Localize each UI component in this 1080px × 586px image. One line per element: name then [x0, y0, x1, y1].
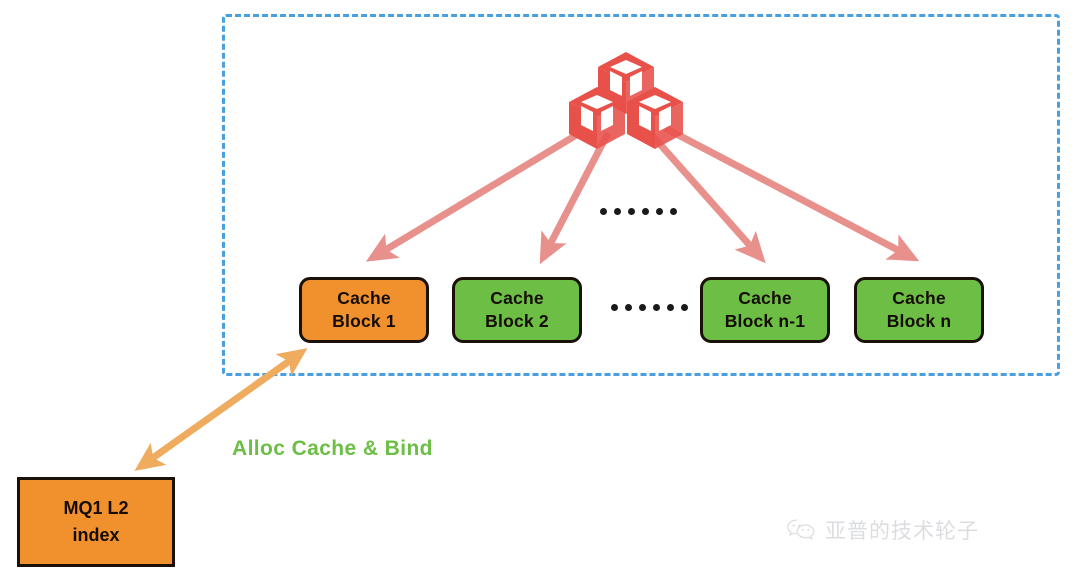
ellipsis-dot	[639, 304, 646, 311]
ellipsis-dot	[670, 208, 677, 215]
ellipsis-dot	[600, 208, 607, 215]
cache-block-2-line1: Cache	[490, 287, 544, 308]
mq1-l2-index-line1: MQ1 L2	[63, 498, 129, 518]
cache-block-n-line2: Block n	[886, 311, 952, 331]
cache-block-2-line2: Block 2	[485, 311, 549, 331]
cache-block-n-1-line1: Cache	[738, 287, 792, 308]
cache-block-2[interactable]: Cache Block 2	[452, 277, 582, 343]
mq1-l2-index-line2: index	[72, 525, 120, 545]
ellipsis-dot	[642, 208, 649, 215]
watermark: 亚普的技术轮子	[786, 515, 979, 545]
ellipsis-dot	[628, 208, 635, 215]
ellipsis-top	[600, 208, 677, 215]
cache-block-1[interactable]: Cache Block 1	[299, 277, 429, 343]
wechat-icon	[787, 519, 815, 541]
mq1-l2-index-box[interactable]: MQ1 L2 index	[17, 477, 175, 567]
cache-block-n-1[interactable]: Cache Block n-1	[700, 277, 830, 343]
cache-block-1-line1: Cache	[337, 287, 391, 308]
cache-block-n-1-line2: Block n-1	[724, 311, 806, 331]
diagram-canvas: Cache Block 1 Cache Block 2 Cache Block …	[0, 0, 1080, 586]
cache-block-n-line1: Cache	[892, 287, 946, 308]
ellipsis-dot	[614, 208, 621, 215]
ellipsis-dot	[667, 304, 674, 311]
ellipsis-dot	[656, 208, 663, 215]
cache-block-n[interactable]: Cache Block n	[854, 277, 984, 343]
ellipsis-dot	[611, 304, 618, 311]
ellipsis-dot	[681, 304, 688, 311]
cache-block-1-line2: Block 1	[332, 311, 396, 331]
alloc-cache-bind-label: Alloc Cache & Bind	[232, 437, 433, 460]
ellipsis-dot	[653, 304, 660, 311]
ellipsis-dot	[625, 304, 632, 311]
ellipsis-middle	[611, 304, 688, 311]
watermark-text: 亚普的技术轮子	[825, 520, 979, 543]
